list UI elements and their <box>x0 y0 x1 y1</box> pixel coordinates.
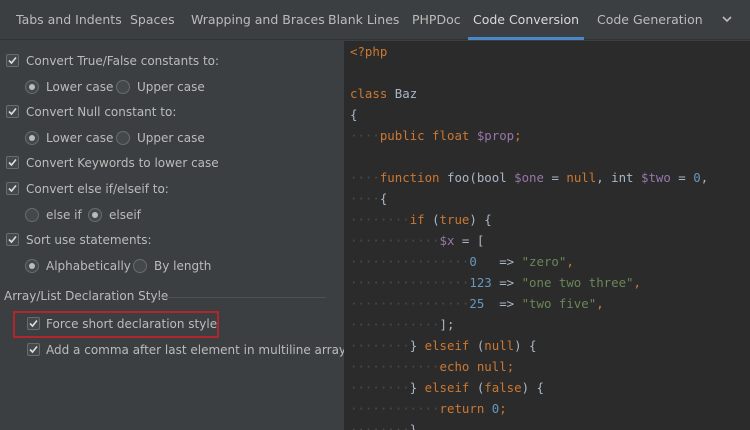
tab-spaces[interactable]: Spaces <box>130 0 175 40</box>
convert-true-false-checkbox[interactable] <box>6 54 19 67</box>
add-comma-label: Add a comma after last element in multil… <box>46 343 347 357</box>
chevron-down-icon[interactable] <box>720 12 734 26</box>
code-line: ············return 0; <box>350 401 507 416</box>
tf-upper-label: Upper case <box>137 80 205 94</box>
convert-else-if-checkbox[interactable] <box>6 182 19 195</box>
tf-lower-label: Lower case <box>46 80 114 94</box>
tf-upper-radio[interactable] <box>116 80 130 94</box>
convert-keywords-label: Convert Keywords to lower case <box>26 156 219 170</box>
alphabetically-label: Alphabetically <box>46 259 131 273</box>
add-comma-checkbox[interactable] <box>27 343 40 356</box>
code-line: <?php <box>350 44 388 59</box>
code-line: class Baz <box>350 86 418 101</box>
section-divider <box>156 297 326 298</box>
by-length-radio[interactable] <box>133 259 147 273</box>
code-line: ········} elseif (false) { <box>350 380 544 395</box>
alphabetically-radio[interactable] <box>25 259 39 273</box>
code-line: ····function foo(bool $one = null, int $… <box>350 170 709 185</box>
null-lower-label: Lower case <box>46 131 114 145</box>
tab-wrapping-and-braces[interactable]: Wrapping and Braces <box>191 0 325 40</box>
convert-null-checkbox[interactable] <box>6 105 19 118</box>
tab-bar: Tabs and Indents Spaces Wrapping and Bra… <box>0 0 750 40</box>
tf-lower-radio[interactable] <box>25 80 39 94</box>
sort-use-label: Sort use statements: <box>26 233 152 247</box>
code-line: ········} elseif (null) { <box>350 338 537 353</box>
else-if-radio[interactable] <box>25 208 39 222</box>
code-line: ····public float $prop; <box>350 128 522 143</box>
null-upper-label: Upper case <box>137 131 205 145</box>
code-line: ········if (true) { <box>350 212 492 227</box>
elseif-label: elseif <box>109 208 141 222</box>
highlight-box <box>13 311 219 338</box>
code-line: { <box>350 107 358 122</box>
code-line: ················123 => "one two three", <box>350 275 641 290</box>
else-if-label: else if <box>46 208 82 222</box>
code-line: ········} <box>350 422 418 430</box>
convert-else-if-label: Convert else if/elseif to: <box>26 182 169 196</box>
null-lower-radio[interactable] <box>25 131 39 145</box>
tab-phpdoc[interactable]: PHPDoc <box>412 0 461 40</box>
elseif-radio[interactable] <box>88 208 102 222</box>
tab-blank-lines[interactable]: Blank Lines <box>328 0 399 40</box>
null-upper-radio[interactable] <box>116 131 130 145</box>
convert-true-false-label: Convert True/False constants to: <box>26 54 220 68</box>
code-line: ················25 => "two five", <box>350 296 604 311</box>
code-line: ············]; <box>350 317 455 332</box>
code-line: ············$x = [ <box>350 233 485 248</box>
array-section-title: Array/List Declaration Style <box>4 289 169 303</box>
tab-tabs-and-indents[interactable]: Tabs and Indents <box>16 0 122 40</box>
by-length-label: By length <box>154 259 212 273</box>
tab-code-conversion[interactable]: Code Conversion <box>468 0 584 40</box>
options-panel: Convert True/False constants to: Lower c… <box>0 41 347 430</box>
convert-null-label: Convert Null constant to: <box>26 105 177 119</box>
code-line: ····{ <box>350 191 388 206</box>
code-line: ················0 => "zero", <box>350 254 574 269</box>
tab-code-generation[interactable]: Code Generation <box>597 0 703 40</box>
sort-use-checkbox[interactable] <box>6 233 19 246</box>
code-line: ············echo null; <box>350 359 515 374</box>
convert-keywords-checkbox[interactable] <box>6 156 19 169</box>
code-preview: <?php class Baz { ····public float $prop… <box>344 41 750 430</box>
